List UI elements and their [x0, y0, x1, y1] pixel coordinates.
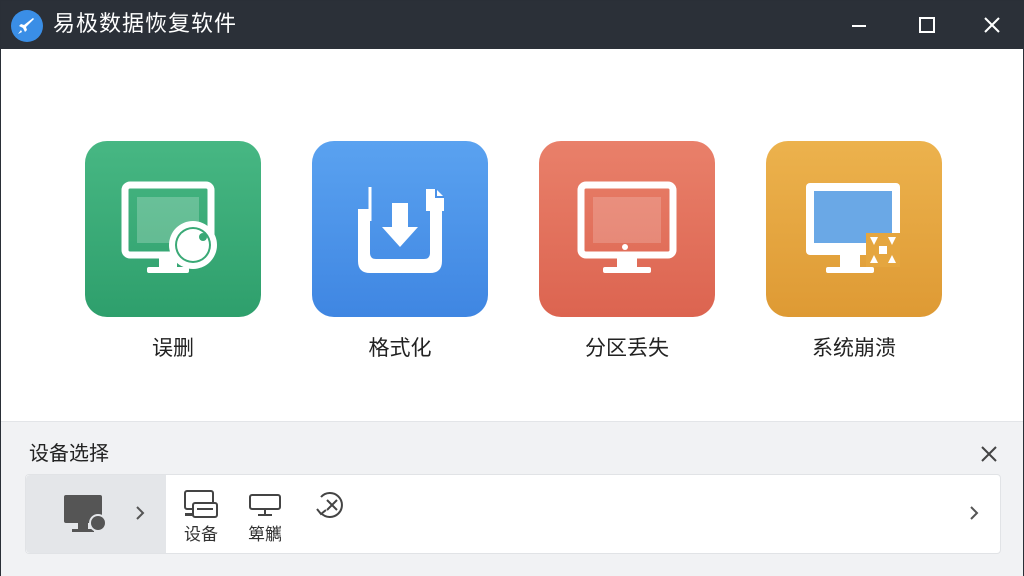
monitor-outline-icon	[249, 494, 281, 516]
device-selection-panel: 设备选择 设备 箄觽	[1, 421, 1023, 576]
device-item[interactable]: 箄觽	[240, 485, 290, 549]
maximize-button[interactable]	[909, 9, 945, 41]
rocket-icon	[11, 10, 43, 42]
device-strip: 设备 箄觽	[25, 474, 1001, 554]
mode-tile-system-crash[interactable]	[766, 141, 942, 317]
mode-label: 误删	[152, 336, 194, 360]
mode-label: 分区丢失	[585, 336, 669, 360]
cancel-history-icon	[316, 492, 343, 518]
mode-tile-accidental-delete[interactable]	[85, 141, 261, 317]
strip-expand-button[interactable]	[132, 503, 148, 523]
title-bar: 易极数据恢复软件	[1, 1, 1024, 49]
device-item-label: 箄觽	[248, 525, 282, 545]
close-icon	[981, 446, 997, 462]
mode-label: 系统崩溃	[812, 336, 896, 360]
monitor-icon	[577, 181, 677, 273]
maximize-icon	[919, 17, 935, 33]
recovery-mode-area: 误删 格式化 分区丢失 系统崩溃	[1, 49, 1023, 421]
chevron-right-icon	[970, 506, 979, 520]
panel-title: 设备选择	[29, 441, 109, 465]
close-button[interactable]	[974, 9, 1010, 41]
chevron-right-icon	[136, 506, 145, 520]
strip-next-button[interactable]	[966, 503, 982, 523]
mode-label: 格式化	[368, 336, 432, 360]
device-item-label: 设备	[184, 525, 218, 545]
monitor-crash-icon	[806, 183, 900, 273]
monitor-mouse-icon	[121, 181, 217, 273]
format-download-icon	[358, 187, 444, 273]
device-item[interactable]	[306, 485, 356, 549]
computer-icon	[64, 495, 107, 532]
app-window: 易极数据恢复软件 误删 格式化 分区丢失 系统崩溃 设备选择 设备 箄觽	[0, 0, 1024, 576]
panel-close-button[interactable]	[975, 440, 1003, 468]
minimize-button[interactable]	[841, 9, 877, 41]
mode-tile-format[interactable]	[312, 141, 488, 317]
close-icon	[984, 17, 1000, 33]
device-item[interactable]: 设备	[176, 485, 226, 549]
minimize-icon	[852, 25, 866, 27]
mode-tile-partition-lost[interactable]	[539, 141, 715, 317]
device-icon	[184, 490, 218, 518]
app-title: 易极数据恢复软件	[53, 12, 238, 37]
